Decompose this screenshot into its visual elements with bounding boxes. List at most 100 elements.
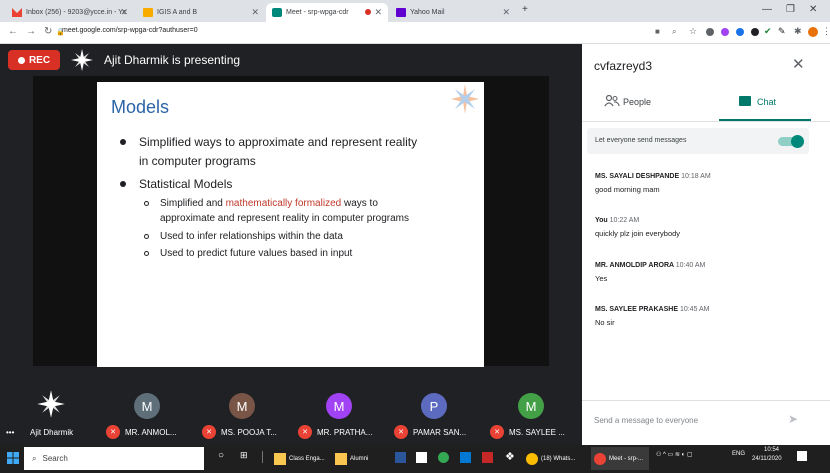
mic-off-icon: ✕ — [106, 425, 120, 439]
camera-icon[interactable]: ■ — [655, 27, 660, 36]
app-icon[interactable] — [482, 452, 493, 463]
url-input[interactable]: meet.google.com/srp-wpga-cdr?authuser=0 — [62, 27, 198, 34]
mic-off-icon: ✕ — [298, 425, 312, 439]
tab-gmail[interactable]: Inbox (256) - 9203@ycce.in - Yc ✕ — [6, 3, 134, 22]
meeting-code: cvfazreyd3 — [594, 59, 653, 73]
sub-bullet-circle — [144, 234, 149, 239]
message-text: quickly plz join everybody — [595, 229, 681, 238]
tab-meet[interactable]: Meet - srp-wpga-cdr ✕ — [266, 3, 388, 22]
message-sender: MS. SAYLEE PRAKASHE 10:45 AM — [595, 306, 710, 313]
people-icon — [604, 94, 620, 112]
system-tray-icons[interactable]: ⚇ ^ ▭ ≋ ◐ ▢ — [656, 451, 693, 458]
tab-label: Meet - srp-wpga-cdr — [286, 9, 349, 16]
tab-igis[interactable]: IGIS A and B ✕ — [137, 3, 265, 22]
puzzle-icon[interactable]: ✱ — [794, 26, 802, 37]
taskbar-app-alumni[interactable]: Alumni — [335, 447, 390, 470]
extension-icon[interactable] — [736, 28, 744, 36]
close-icon[interactable]: ✕ — [120, 7, 128, 18]
check-icon[interactable]: ✔ — [764, 26, 772, 37]
slide-sub-bullet-1-cont: approximate and represent reality in com… — [160, 213, 410, 224]
slides-icon — [143, 8, 153, 17]
language-indicator[interactable]: ENG — [732, 451, 745, 457]
sub-bullet-circle — [144, 201, 149, 206]
mail-icon[interactable] — [460, 452, 471, 463]
message-text: good morning mam — [595, 185, 660, 194]
record-dot-icon — [17, 56, 25, 64]
bookmark-star-icon[interactable]: ☆ — [689, 26, 697, 37]
close-icon[interactable]: ✕ — [251, 7, 259, 18]
participant-name: MS. POOJA T... — [221, 428, 277, 437]
more-options-dots[interactable]: ••• — [6, 428, 14, 437]
chrome-icon — [526, 452, 538, 465]
close-icon[interactable]: ✕ — [374, 7, 382, 18]
extension-icon[interactable] — [751, 28, 759, 36]
input-divider — [582, 400, 830, 401]
send-icon[interactable]: ➤ — [788, 412, 798, 426]
slide-title: Models — [111, 97, 170, 117]
more-vert-icon[interactable]: ⋮ — [822, 26, 830, 37]
clock-time[interactable]: 10:54 — [764, 447, 779, 453]
zoom-icon[interactable]: ⌕ — [672, 27, 676, 37]
message-sender: MR. ANMOLDIP ARORA 10:40 AM — [595, 262, 706, 269]
participant-avatar[interactable]: M — [229, 393, 255, 419]
notification-icon[interactable] — [797, 451, 807, 461]
participant-name: MR. PRATHA... — [317, 428, 373, 437]
taskbar-search[interactable]: ⌕ Search — [24, 447, 204, 470]
chrome-icon — [594, 452, 606, 465]
minimize-icon[interactable]: — — [762, 4, 772, 15]
tab-label: Inbox (256) - 9203@ycce.in - Yc — [26, 9, 127, 16]
mic-off-icon: ✕ — [394, 425, 408, 439]
clock-date[interactable]: 24/11/2020 — [752, 456, 782, 462]
slide-sub-bullet-3: Used to predict future values based in i… — [160, 248, 353, 259]
new-tab-button[interactable]: + — [522, 4, 528, 15]
folder-icon — [335, 452, 347, 465]
mic-off-icon: ✕ — [490, 425, 504, 439]
tab-yahoo[interactable]: Yahoo Mail ✕ — [390, 3, 516, 22]
recording-badge: REC — [8, 50, 60, 70]
maximize-icon[interactable]: ❐ — [786, 4, 795, 15]
taskbar-divider — [262, 451, 263, 463]
windows-start-icon[interactable] — [7, 451, 19, 469]
store-icon[interactable] — [416, 452, 427, 463]
taskbar-app-class[interactable]: Class Enga... — [274, 447, 330, 470]
presenter-avatar-icon[interactable] — [36, 389, 66, 419]
back-icon[interactable]: ← — [8, 26, 18, 37]
extension-icon[interactable] — [721, 28, 729, 36]
recording-dot-icon — [365, 9, 371, 15]
chrome-icon[interactable] — [438, 452, 449, 463]
tab-people[interactable]: People — [623, 97, 651, 107]
forward-icon[interactable]: → — [26, 26, 36, 37]
participant-avatar[interactable]: M — [518, 393, 544, 419]
pen-icon[interactable]: ✎ — [778, 26, 786, 37]
slide-bullet-2: Statistical Models — [139, 177, 233, 191]
dropbox-icon[interactable]: ❖ — [505, 450, 515, 463]
mic-off-icon: ✕ — [202, 425, 216, 439]
slide-sub-bullet-2: Used to infer relationships within the d… — [160, 231, 343, 242]
window-close-icon[interactable]: ✕ — [809, 4, 817, 15]
toggle-knob[interactable] — [791, 135, 804, 148]
close-panel-icon[interactable]: ✕ — [792, 55, 805, 73]
message-text: No sir — [595, 318, 615, 327]
participant-name: Ajit Dharmik — [30, 428, 74, 437]
word-icon[interactable] — [395, 452, 406, 463]
participant-avatar[interactable]: M — [326, 393, 352, 419]
message-sender: MS. SAYALI DESHPANDE 10:18 AM — [595, 173, 711, 180]
taskbar-app-whatsapp[interactable]: (18) Whats... — [526, 447, 586, 470]
tab-label: Yahoo Mail — [410, 9, 445, 16]
extension-icon[interactable] — [706, 28, 714, 36]
reload-icon[interactable]: ↻ — [44, 26, 52, 37]
cortana-icon[interactable]: ○ — [218, 450, 224, 461]
meet-icon — [272, 8, 282, 17]
task-view-icon[interactable]: ⊞ — [240, 450, 248, 461]
presenter-title: Ajit Dharmik is presenting — [104, 53, 241, 67]
chat-message-input[interactable]: Send a message to everyone — [594, 416, 698, 425]
close-icon[interactable]: ✕ — [502, 7, 510, 18]
bullet-dot — [120, 139, 126, 145]
bullet-dot — [120, 181, 126, 187]
participant-avatar[interactable]: M — [134, 393, 160, 419]
setting-label: Let everyone send messages — [595, 137, 687, 144]
participant-avatar[interactable]: P — [421, 393, 447, 419]
taskbar-app-meet[interactable]: Meet - srp-... — [591, 447, 649, 470]
profile-avatar-icon[interactable] — [808, 27, 818, 37]
tab-chat[interactable]: Chat — [757, 97, 776, 107]
